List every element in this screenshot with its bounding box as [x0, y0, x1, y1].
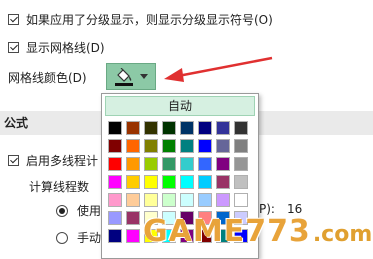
color-swatch[interactable] — [216, 175, 230, 189]
color-swatch[interactable] — [126, 193, 140, 207]
color-swatch[interactable] — [126, 139, 140, 153]
gridline-color-button[interactable] — [106, 63, 156, 90]
use-all-processors-option[interactable]: 使用 — [56, 202, 101, 219]
gridline-color-label: 网格线颜色(D) — [8, 71, 87, 85]
outline-symbols-checkbox[interactable] — [8, 14, 19, 25]
color-swatch[interactable] — [144, 139, 158, 153]
color-swatch[interactable] — [198, 175, 212, 189]
gridline-color-row: 网格线颜色(D) — [8, 69, 87, 86]
color-swatch[interactable] — [162, 121, 176, 135]
color-swatch[interactable] — [216, 157, 230, 171]
watermark-suffix: .com — [312, 221, 373, 247]
color-swatch[interactable] — [126, 175, 140, 189]
manual-threads-radio[interactable] — [56, 231, 68, 244]
color-swatch[interactable] — [126, 211, 140, 225]
color-swatch[interactable] — [234, 139, 248, 153]
annotation-arrow-icon — [164, 56, 273, 82]
color-swatch[interactable] — [108, 229, 122, 243]
outline-symbols-option[interactable]: 如果应用了分级显示，则显示分级显示符号(O) — [8, 11, 273, 28]
color-swatch[interactable] — [234, 157, 248, 171]
color-swatch[interactable] — [126, 229, 140, 243]
color-swatch[interactable] — [162, 193, 176, 207]
color-swatch[interactable] — [144, 121, 158, 135]
formulas-section-title: 公式 — [4, 116, 29, 130]
watermark-brand: GAME773 — [143, 213, 311, 249]
thread-count-label: 计算线程数 — [29, 180, 90, 194]
color-swatch[interactable] — [180, 193, 194, 207]
color-swatch[interactable] — [162, 139, 176, 153]
current-color-bar — [115, 82, 133, 86]
color-swatch[interactable] — [180, 139, 194, 153]
color-swatch[interactable] — [180, 121, 194, 135]
multithread-label: 启用多线程计 — [26, 154, 99, 168]
game773-watermark: GAME773 .com — [143, 206, 372, 256]
color-swatch[interactable] — [108, 157, 122, 171]
show-gridlines-checkbox[interactable] — [8, 42, 19, 53]
chevron-down-icon — [140, 74, 148, 79]
manual-threads-label: 手动 — [77, 231, 102, 245]
color-swatch[interactable] — [234, 193, 248, 207]
color-swatch[interactable] — [108, 121, 122, 135]
color-swatch[interactable] — [108, 175, 122, 189]
show-gridlines-option[interactable]: 显示网格线(D) — [8, 39, 105, 56]
paint-bucket-icon — [114, 67, 134, 86]
color-swatch[interactable] — [126, 121, 140, 135]
color-swatch[interactable] — [108, 193, 122, 207]
color-swatch[interactable] — [216, 121, 230, 135]
color-swatch[interactable] — [144, 193, 158, 207]
multithread-option[interactable]: 启用多线程计 — [8, 152, 98, 169]
color-swatch[interactable] — [162, 175, 176, 189]
color-swatch[interactable] — [180, 175, 194, 189]
color-swatch[interactable] — [216, 139, 230, 153]
color-swatch[interactable] — [126, 157, 140, 171]
automatic-color-option[interactable]: 自动 — [105, 96, 255, 116]
color-swatch[interactable] — [198, 193, 212, 207]
color-swatch[interactable] — [144, 157, 158, 171]
outline-symbols-label: 如果应用了分级显示，则显示分级显示符号(O) — [26, 13, 273, 27]
color-swatch[interactable] — [234, 121, 248, 135]
show-gridlines-label: 显示网格线(D) — [26, 41, 105, 55]
color-swatch[interactable] — [144, 175, 158, 189]
color-swatch[interactable] — [216, 193, 230, 207]
thread-count-row: 计算线程数 — [29, 178, 89, 195]
color-swatch[interactable] — [198, 139, 212, 153]
color-swatch[interactable] — [198, 157, 212, 171]
color-swatch[interactable] — [180, 157, 194, 171]
color-swatch[interactable] — [108, 139, 122, 153]
multithread-checkbox[interactable] — [8, 155, 19, 166]
color-swatch[interactable] — [162, 157, 176, 171]
use-all-processors-label: 使用 — [77, 204, 102, 218]
use-all-processors-radio[interactable] — [56, 204, 68, 217]
manual-threads-option[interactable]: 手动 — [56, 229, 101, 246]
color-swatch[interactable] — [198, 121, 212, 135]
color-swatch[interactable] — [234, 175, 248, 189]
color-swatch[interactable] — [108, 211, 122, 225]
